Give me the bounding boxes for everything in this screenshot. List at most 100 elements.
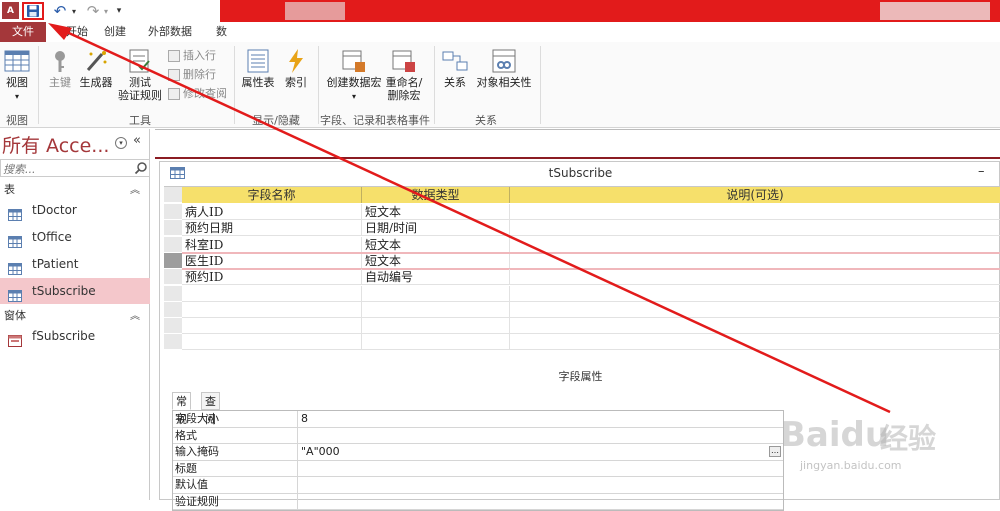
- row-selector[interactable]: [164, 285, 182, 302]
- data-type-cell[interactable]: 自动编号: [362, 269, 510, 286]
- field-property-value[interactable]: [297, 477, 783, 493]
- tab-lookup[interactable]: 查阅: [201, 392, 220, 426]
- undo-dropdown-chevron-icon[interactable]: ▾: [70, 2, 78, 20]
- redo-dropdown-chevron-icon[interactable]: ▾: [102, 2, 110, 20]
- data-type-cell[interactable]: [362, 318, 510, 335]
- undo-button[interactable]: ↶: [50, 2, 70, 20]
- field-name-cell[interactable]: 预约日期: [182, 220, 362, 237]
- data-type-cell[interactable]: 短文本: [362, 236, 510, 253]
- row-selector[interactable]: [164, 334, 182, 351]
- property-sheet-icon: [247, 49, 269, 73]
- row-selector[interactable]: [164, 318, 182, 335]
- field-property-value[interactable]: [297, 427, 783, 444]
- nav-item-table[interactable]: tOffice: [0, 224, 150, 250]
- field-name-cell[interactable]: 科室ID: [182, 236, 362, 253]
- row-selector[interactable]: [164, 220, 182, 237]
- data-type-cell[interactable]: 短文本: [362, 204, 510, 220]
- nav-item-table[interactable]: tDoctor: [0, 197, 150, 223]
- field-property-name: 格式: [175, 428, 197, 442]
- row-selector[interactable]: [164, 269, 182, 286]
- builder-button[interactable]: 生成器: [78, 48, 114, 89]
- rename-macro-icon: [392, 50, 415, 72]
- insert-row-button[interactable]: 插入行: [168, 48, 216, 64]
- nav-item-label: tOffice: [32, 230, 72, 244]
- nav-item-label: tPatient: [32, 257, 79, 271]
- field-property-value[interactable]: [297, 493, 783, 510]
- row-selector[interactable]: [164, 301, 182, 318]
- field-name-cell[interactable]: [182, 334, 362, 351]
- description-cell[interactable]: [510, 253, 1000, 269]
- field-property-value[interactable]: "A"000: [297, 444, 783, 460]
- group-separator: [434, 46, 435, 124]
- tab-general[interactable]: 常规: [172, 392, 191, 426]
- description-cell[interactable]: [510, 334, 1000, 351]
- group-separator: [540, 46, 541, 124]
- field-name-cell[interactable]: [182, 301, 362, 318]
- view-button[interactable]: 视图 ▾: [4, 48, 30, 103]
- field-property-row: 输入掩码 "A"000…: [173, 444, 783, 461]
- description-cell[interactable]: [510, 204, 1000, 220]
- data-type-cell[interactable]: [362, 334, 510, 351]
- nav-pane-title[interactable]: 所有 Acce...: [2, 131, 109, 158]
- description-cell[interactable]: [510, 237, 1000, 253]
- nav-section-forms[interactable]: 窗体 ︽: [0, 307, 150, 323]
- minimize-button[interactable]: –: [978, 162, 985, 182]
- nav-menu-chevron-icon[interactable]: ▾: [115, 137, 127, 149]
- view-label: 视图: [6, 76, 28, 89]
- nav-item-table[interactable]: tPatient: [0, 251, 150, 277]
- grid-corner[interactable]: [164, 187, 182, 203]
- collapse-section-chevron-icon: ︽: [130, 185, 140, 196]
- field-name-cell[interactable]: 医生ID: [182, 252, 362, 269]
- description-cell[interactable]: [510, 302, 1000, 318]
- field-name-cell[interactable]: 预约ID: [182, 269, 362, 286]
- search-icon[interactable]: [134, 161, 148, 175]
- rename-delete-macro-button[interactable]: 重命名/ 删除宏: [384, 48, 424, 102]
- description-cell[interactable]: [510, 286, 1000, 302]
- data-type-cell[interactable]: [362, 301, 510, 318]
- description-cell[interactable]: [510, 220, 1000, 237]
- table-design-grid: 字段名称 数据类型 说明(可选) 病人ID 短文本 预约日期 日期/时间 科室ID 短文本 医生I…: [164, 186, 1000, 351]
- redo-button[interactable]: ↷: [84, 2, 102, 20]
- property-sheet-button[interactable]: 属性表: [240, 48, 276, 89]
- nav-section-tables[interactable]: 表 ︽: [0, 181, 150, 197]
- primary-key-button[interactable]: 主键: [46, 48, 74, 89]
- field-property-value[interactable]: [297, 460, 783, 477]
- row-selector[interactable]: [164, 236, 182, 253]
- field-name-cell[interactable]: 病人ID: [182, 204, 362, 220]
- data-type-cell[interactable]: 日期/时间: [362, 220, 510, 237]
- row-selector[interactable]: [164, 204, 182, 220]
- description-cell[interactable]: [510, 269, 1000, 286]
- create-data-macros-button[interactable]: 创建数据宏 ▾: [324, 48, 384, 103]
- data-type-cell[interactable]: 短文本: [362, 252, 510, 269]
- modify-lookups-button[interactable]: 修改查阅: [168, 86, 227, 102]
- test-validation-rules-button[interactable]: 测试 验证规则: [116, 48, 164, 102]
- tab-home[interactable]: 开始: [60, 22, 94, 42]
- tab-create[interactable]: 创建: [98, 22, 132, 42]
- data-macro-icon: [342, 50, 365, 72]
- nav-item-table[interactable]: tSubscribe: [0, 278, 150, 304]
- nav-collapse-icon[interactable]: «: [133, 133, 141, 148]
- tab-external-data[interactable]: 外部数据: [142, 22, 198, 42]
- tab-database-tools[interactable]: 数: [210, 22, 233, 42]
- save-icon: [27, 5, 39, 17]
- data-type-cell[interactable]: [362, 285, 510, 302]
- modify-lookups-label: 修改查阅: [183, 87, 227, 100]
- tab-file[interactable]: 文件: [0, 22, 46, 42]
- redacted-window-controls-blur: [880, 2, 990, 20]
- nav-search-input[interactable]: [3, 162, 128, 176]
- field-property-value[interactable]: 8: [297, 411, 783, 427]
- object-dependencies-button[interactable]: 对象相关性: [474, 48, 534, 89]
- description-cell[interactable]: [510, 318, 1000, 335]
- input-mask-builder-button[interactable]: …: [769, 446, 781, 457]
- object-dependencies-label: 对象相关性: [476, 76, 532, 89]
- indexes-button[interactable]: 索引: [282, 48, 310, 89]
- row-selector[interactable]: [164, 252, 182, 269]
- relationships-button[interactable]: 关系: [440, 48, 470, 89]
- customize-qat-chevron-icon[interactable]: ▾: [114, 2, 124, 20]
- field-name-cell[interactable]: [182, 318, 362, 335]
- field-name-cell[interactable]: [182, 285, 362, 302]
- save-button[interactable]: [22, 2, 44, 20]
- redacted-title-blur: [285, 2, 345, 20]
- delete-row-button[interactable]: 删除行: [168, 67, 216, 83]
- nav-item-form[interactable]: fSubscribe: [0, 323, 150, 349]
